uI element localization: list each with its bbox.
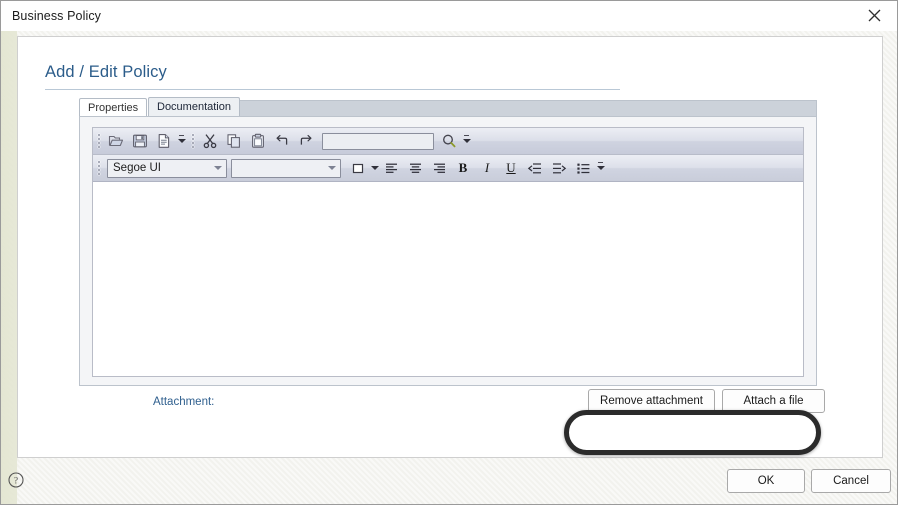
editor-toolbar-row-1: [93, 128, 803, 155]
align-right-icon[interactable]: [427, 157, 451, 180]
attachment-label: Attachment:: [153, 396, 215, 408]
redo-arrow-icon[interactable]: [294, 130, 318, 153]
remove-attachment-button[interactable]: Remove attachment: [588, 389, 715, 413]
copy-icon[interactable]: [222, 130, 246, 153]
tab-properties[interactable]: Properties: [79, 98, 148, 116]
dialog-footer: ? OK Cancel: [1, 460, 897, 504]
toolbar-grip-handle-2[interactable]: [189, 131, 197, 151]
editor-toolbar-row-2: Segoe UI B I U: [93, 155, 803, 182]
toolbar-overflow-chevron-icon[interactable]: [176, 131, 187, 152]
documentation-panel: Segoe UI B I U Attachment: Remove attach…: [79, 116, 825, 413]
italic-icon[interactable]: I: [475, 157, 499, 180]
search-magnifier-icon[interactable]: [437, 130, 461, 153]
align-left-icon[interactable]: [379, 157, 403, 180]
paste-clipboard-icon[interactable]: [246, 130, 270, 153]
save-disk-icon[interactable]: [128, 130, 152, 153]
help-question-icon[interactable]: ?: [8, 472, 24, 488]
bold-icon[interactable]: B: [451, 157, 475, 180]
format-toolbar-overflow-chevron-icon[interactable]: [595, 158, 606, 179]
tab-strip-filler: [235, 100, 817, 117]
search-input[interactable]: [322, 132, 434, 150]
tab-strip: Properties Documentation: [79, 97, 817, 117]
title-bar: Business Policy: [1, 1, 897, 32]
page-title: Add / Edit Policy: [45, 63, 167, 81]
decrease-indent-icon[interactable]: [523, 157, 547, 180]
font-size-select[interactable]: [231, 158, 341, 178]
tab-documentation-label: Documentation: [157, 101, 231, 113]
new-document-icon[interactable]: [152, 130, 176, 153]
cancel-button[interactable]: Cancel: [811, 469, 891, 493]
attach-a-file-button[interactable]: Attach a file: [722, 389, 825, 413]
toolbar-grip-handle[interactable]: [95, 131, 103, 151]
title-divider: [45, 89, 620, 90]
file-toolbar-group: [104, 128, 187, 154]
rich-text-editor: Segoe UI B I U: [92, 127, 804, 377]
close-window-button[interactable]: [851, 1, 897, 30]
text-color-dropdown-chevron-icon[interactable]: [370, 158, 379, 179]
tab-documentation[interactable]: Documentation: [148, 97, 240, 116]
undo-arrow-icon[interactable]: [270, 130, 294, 153]
font-family-value: Segoe UI: [113, 162, 161, 174]
open-folder-icon[interactable]: [104, 130, 128, 153]
svg-text:?: ?: [14, 477, 18, 487]
bulleted-list-icon[interactable]: [571, 157, 595, 180]
cut-scissors-icon[interactable]: [198, 130, 222, 153]
format-toolbar-grip-handle[interactable]: [95, 158, 103, 178]
content-card: Add / Edit Policy Properties Documentati…: [17, 36, 883, 458]
attachment-row: Attachment: Remove attachment Attach a f…: [80, 385, 825, 423]
close-x-icon: [868, 9, 881, 22]
document-text-area[interactable]: [93, 182, 803, 376]
tab-properties-label: Properties: [88, 101, 139, 114]
font-family-select[interactable]: Segoe UI: [107, 158, 227, 178]
window-title: Business Policy: [12, 9, 102, 23]
edit-toolbar-group: [198, 128, 318, 154]
dialog-body: Add / Edit Policy Properties Documentati…: [1, 31, 897, 504]
chevron-down-icon-2: [328, 166, 336, 170]
chevron-down-icon: [214, 166, 222, 170]
underline-icon[interactable]: U: [499, 157, 523, 180]
increase-indent-icon[interactable]: [547, 157, 571, 180]
toolbar-overflow-chevron-icon-2[interactable]: [461, 131, 472, 152]
format-toolbar-group: B I U: [346, 155, 595, 181]
ok-button[interactable]: OK: [727, 469, 805, 493]
business-policy-dialog: Business Policy Add / Edit Policy Proper…: [0, 0, 898, 505]
align-center-icon[interactable]: [403, 157, 427, 180]
text-color-swatch-icon[interactable]: [346, 157, 370, 180]
